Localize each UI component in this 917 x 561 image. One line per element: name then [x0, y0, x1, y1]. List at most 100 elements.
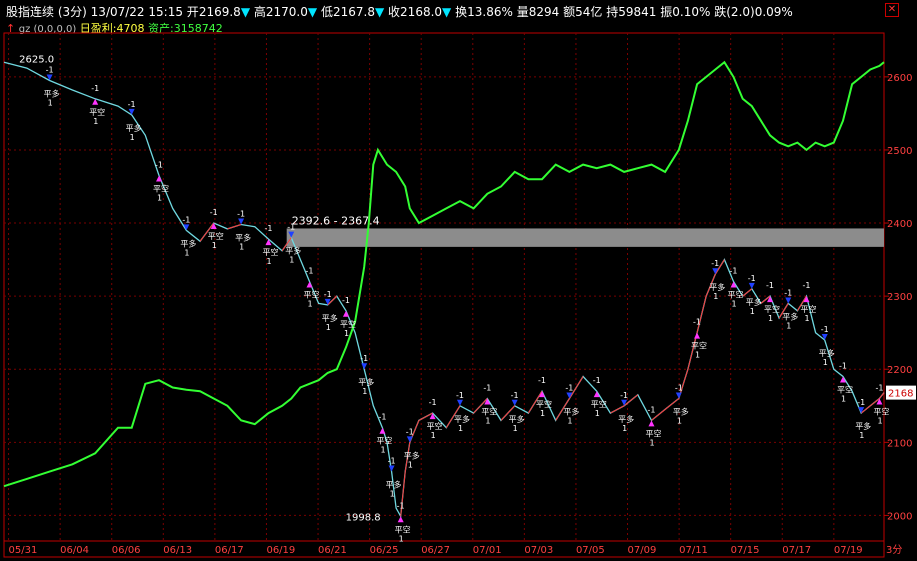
trade-label-top: -1: [647, 405, 655, 414]
trade-label-qty: 1: [458, 424, 463, 433]
trade-label-qty: 1: [380, 446, 385, 455]
trade-label-bottom: 平空: [728, 290, 744, 300]
trade-label-bottom: 平多: [180, 238, 196, 248]
trade-label-bottom: 平空: [591, 399, 607, 409]
trade-label-bottom: 平空: [536, 399, 552, 409]
trade-label-qty: 1: [677, 416, 682, 425]
price-up-segment: [879, 392, 885, 399]
price-up-segment: [610, 405, 625, 414]
trade-label-bottom: 平多: [285, 246, 301, 256]
trade-marker-icon: [748, 282, 755, 289]
trade-label-qty: 1: [212, 241, 217, 250]
trade-label-qty: 1: [859, 431, 864, 440]
trade-label-qty: 1: [540, 409, 545, 418]
trade-label-top: -1: [565, 383, 573, 392]
low-annotation: 1998.8: [346, 512, 381, 523]
price-up-segment: [742, 288, 753, 297]
trade-label-top: -1: [46, 66, 54, 75]
x-tick-label: 07/05: [576, 545, 605, 556]
trade-label-qty: 1: [431, 431, 436, 440]
trade-marker-icon: [406, 436, 413, 443]
trade-label-bottom: 平多: [855, 421, 871, 431]
trade-label-bottom: 平空: [645, 428, 661, 438]
trade-label-bottom: 平空: [340, 319, 356, 329]
trade-label-bottom: 平空: [376, 436, 392, 446]
trade-label-top: -1: [237, 210, 245, 219]
trade-label-bottom: 平多: [126, 123, 142, 133]
trade-label-top: -1: [182, 215, 190, 224]
trade-label-qty: 1: [390, 490, 395, 499]
trade-label-top: -1: [210, 208, 218, 217]
trade-label-top: -1: [388, 457, 396, 466]
trade-label-qty: 1: [326, 323, 331, 332]
trade-label-top: -1: [821, 325, 829, 334]
trade-label-top: -1: [766, 281, 774, 290]
trade-marker-icon: [388, 465, 395, 472]
trade-label-bottom: 平多: [235, 233, 251, 243]
trade-label-top: -1: [593, 376, 601, 385]
band-label: 2392.6 - 2367.4: [292, 214, 380, 227]
trade-label-bottom: 平空: [303, 290, 319, 300]
trade-label-qty: 1: [804, 314, 809, 323]
trade-label-bottom: 平多: [563, 406, 579, 416]
trade-label-qty: 1: [768, 314, 773, 323]
trade-label-qty: 1: [289, 256, 294, 265]
period-label: 3分: [886, 544, 902, 556]
trade-label-bottom: 平空: [764, 304, 780, 314]
y-tick-label: 2400: [887, 219, 912, 230]
trade-marker-icon: [675, 392, 682, 399]
trade-label-bottom: 平多: [673, 406, 689, 416]
x-tick-label: 06/19: [266, 545, 295, 556]
high-annotation: 2625.0: [19, 55, 54, 66]
trade-label-top: -1: [784, 288, 792, 297]
trade-label-qty: 1: [823, 358, 828, 367]
trade-label-top: -1: [675, 383, 683, 392]
trade-label-top: -1: [538, 376, 546, 385]
trade-marker-icon: [785, 297, 792, 304]
trade-label-qty: 1: [567, 416, 572, 425]
trade-label-bottom: 平空: [837, 385, 853, 395]
trade-label-top: -1: [511, 391, 519, 400]
trade-label-qty: 1: [93, 117, 98, 126]
trade-marker-icon: [238, 218, 245, 225]
trade-label-bottom: 平多: [819, 348, 835, 358]
trade-label-qty: 1: [485, 416, 490, 425]
trade-marker-icon: [648, 420, 655, 427]
trade-label-bottom: 平多: [404, 450, 420, 460]
x-tick-label: 06/06: [112, 545, 141, 556]
price-up-segment: [696, 296, 707, 333]
trade-label-qty: 1: [877, 416, 882, 425]
trade-label-top: -1: [730, 267, 738, 276]
trade-label-qty: 1: [841, 395, 846, 404]
trade-label-bottom: 平空: [153, 184, 169, 194]
x-tick-label: 06/27: [421, 545, 450, 556]
x-tick-label: 06/13: [163, 545, 192, 556]
trade-label-qty: 1: [399, 534, 404, 543]
trade-label-top: -1: [397, 501, 405, 510]
trade-label-top: -1: [91, 84, 99, 93]
y-tick-label: 2000: [887, 511, 912, 522]
trade-label-bottom: 平空: [691, 341, 707, 351]
annotations: 2392.6 - 2367.4 2625.0 1998.8 2168: [19, 55, 916, 523]
x-tick-label: 07/09: [628, 545, 657, 556]
trade-label-top: -1: [324, 290, 332, 299]
trade-label-qty: 1: [732, 300, 737, 309]
x-tick-label: 07/01: [473, 545, 502, 556]
trade-label-top: -1: [483, 383, 491, 392]
trade-label-top: -1: [378, 413, 386, 422]
y-tick-label: 2300: [887, 292, 912, 303]
trade-label-top: -1: [128, 100, 136, 109]
trade-label-qty: 1: [157, 194, 162, 203]
trade-label-top: -1: [875, 383, 883, 392]
x-tick-label: 07/17: [782, 545, 811, 556]
trade-label-qty: 1: [408, 460, 413, 469]
x-tick-label: 06/04: [60, 545, 89, 556]
price-chart[interactable]: -1平多1-1平空1-1平多1-1平空1-1平多1-1平空1-1平多1-1平空1…: [0, 0, 917, 561]
x-tick-label: 06/17: [215, 545, 244, 556]
trade-label-top: -1: [456, 391, 464, 400]
trade-label-bottom: 平多: [358, 377, 374, 387]
x-tick-label: 05/31: [9, 545, 38, 556]
trade-label-qty: 1: [48, 99, 53, 108]
x-tick-label: 06/25: [370, 545, 399, 556]
trade-marker-icon: [397, 516, 404, 523]
